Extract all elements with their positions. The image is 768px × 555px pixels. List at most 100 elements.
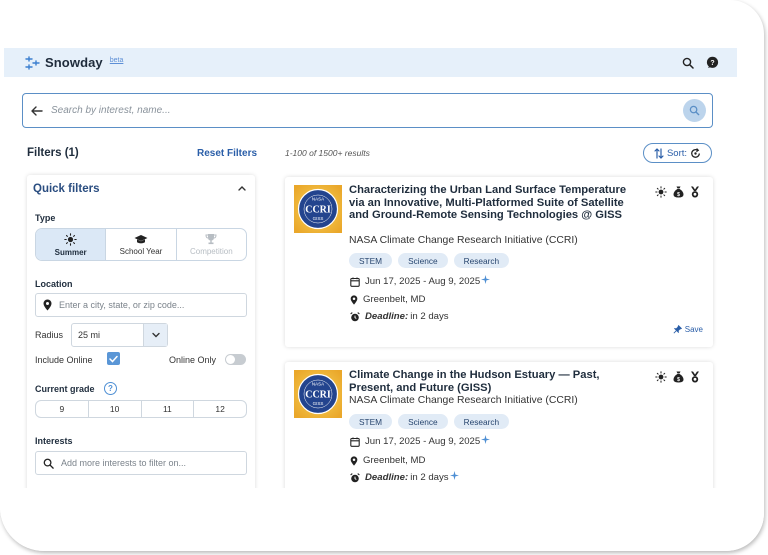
location-placeholder: Enter a city, state, or zip code... [59, 300, 185, 310]
search-icon [43, 458, 54, 469]
sort-button[interactable]: Sort: [643, 143, 712, 163]
program-dates: Jun 17, 2025 - Aug 9, 2025 [350, 274, 491, 287]
svg-text:GISS: GISS [313, 401, 324, 406]
medal-icon [691, 371, 699, 383]
location-pin-icon [350, 294, 358, 305]
ccri-logo: NASA CCRI GISS [294, 185, 342, 233]
ccri-seal-icon: NASA CCRI GISS [297, 188, 339, 230]
grade-option-12[interactable]: 12 [194, 401, 246, 417]
quick-filters-panel: Quick filters Type Summer School Year Co… [27, 175, 255, 495]
top-bar: Snowday beta ? [4, 48, 737, 77]
money-bag-icon: $ [673, 371, 684, 383]
chat-help-icon[interactable]: ? [706, 56, 719, 69]
type-option-school-year[interactable]: School Year [106, 229, 177, 260]
radius-dropdown-toggle[interactable] [143, 324, 167, 346]
sparkle-icon [481, 434, 491, 444]
interests-input[interactable]: Add more interests to filter on... [35, 451, 247, 475]
type-option-summer[interactable]: Summer [36, 229, 107, 260]
save-button[interactable]: Save [673, 325, 703, 334]
program-deadline: Deadline: in 2 days [350, 311, 449, 322]
type-option-label: School Year [119, 246, 163, 256]
svg-text:NASA: NASA [312, 197, 324, 202]
program-type-icons: $ [655, 186, 700, 198]
search-submit-button[interactable] [683, 99, 706, 122]
tag-chip: Research [453, 414, 510, 429]
sort-arrows-icon [654, 147, 664, 159]
grade-option-9[interactable]: 9 [36, 401, 89, 417]
program-type-icons: $ [655, 371, 700, 383]
location-input[interactable]: Enter a city, state, or zip code... [35, 293, 247, 317]
reset-filters-link[interactable]: Reset Filters [197, 148, 257, 159]
program-tags: STEM Science Research [349, 253, 510, 268]
results-count: 1-100 of 1500+ results [285, 148, 370, 158]
online-only-toggle[interactable] [225, 354, 246, 365]
beta-badge: beta [109, 57, 124, 64]
search-input[interactable] [43, 105, 683, 116]
search-icon [689, 105, 700, 116]
current-grade-label: Current grade [35, 384, 95, 394]
filters-heading: Filters (1) [27, 147, 79, 159]
sparkle-icon [449, 470, 459, 480]
app-name: Snowday [45, 55, 103, 70]
program-card[interactable]: NASA CCRI GISS Climate Change in the Hud… [285, 362, 713, 502]
app-window: Snowday beta ? Filters ( [0, 0, 764, 551]
svg-text:CCRI: CCRI [305, 390, 331, 401]
sun-icon [655, 186, 667, 198]
back-arrow-icon[interactable] [31, 105, 43, 116]
type-label: Type [35, 213, 56, 223]
tag-chip: Science [398, 253, 448, 268]
program-org: NASA Climate Change Research Initiative … [349, 235, 578, 246]
calendar-icon [350, 437, 360, 447]
chevron-down-icon [151, 332, 160, 338]
grade-option-11[interactable]: 11 [142, 401, 195, 417]
svg-text:$: $ [677, 377, 680, 383]
grade-help-icon[interactable]: ? [104, 382, 117, 395]
calendar-icon [350, 277, 360, 287]
search-icon[interactable] [682, 57, 694, 69]
program-org: NASA Climate Change Research Initiative … [349, 395, 578, 406]
type-option-label: Summer [54, 247, 87, 257]
sort-label: Sort: [666, 147, 688, 159]
graduation-cap-icon [134, 234, 148, 243]
grade-option-10[interactable]: 10 [89, 401, 142, 417]
type-selector: Summer School Year Competition [35, 228, 247, 261]
type-option-competition[interactable]: Competition [177, 229, 246, 260]
interests-placeholder: Add more interests to filter on... [61, 458, 187, 468]
radius-select[interactable]: 25 mi [71, 323, 168, 347]
tag-chip: STEM [349, 253, 393, 268]
trophy-icon [205, 234, 217, 245]
tag-chip: STEM [349, 414, 393, 429]
svg-text:CCRI: CCRI [305, 205, 331, 216]
program-tags: STEM Science Research [349, 414, 510, 429]
online-only-label: Online Only [169, 355, 217, 365]
program-card[interactable]: NASA CCRI GISS Characterizing the Urban … [285, 177, 713, 347]
include-online-checkbox[interactable] [107, 352, 120, 365]
ccri-seal-icon: NASA CCRI GISS [297, 373, 339, 415]
program-title[interactable]: Characterizing the Urban Land Surface Te… [349, 184, 639, 222]
quick-filters-heading: Quick filters [33, 183, 100, 195]
brand-logo[interactable]: Snowday beta [24, 55, 123, 70]
content-fade [0, 488, 764, 551]
svg-text:?: ? [710, 60, 714, 67]
program-deadline: Deadline: in 2 days [350, 470, 459, 483]
program-title[interactable]: Climate Change in the Hudson Estuary — P… [349, 369, 629, 394]
search-bar [22, 93, 713, 128]
program-location: Greenbelt, MD [350, 294, 425, 305]
pin-icon [673, 325, 682, 334]
alarm-clock-icon [350, 311, 360, 321]
type-option-label: Competition [189, 247, 233, 256]
program-location: Greenbelt, MD [350, 455, 425, 466]
svg-text:GISS: GISS [313, 216, 324, 221]
radius-label: Radius [35, 330, 64, 340]
chevron-up-icon[interactable] [238, 185, 246, 191]
svg-text:NASA: NASA [312, 382, 324, 387]
interests-label: Interests [35, 436, 73, 446]
grade-selector: 9 10 11 12 [35, 400, 247, 418]
alarm-clock-icon [350, 472, 360, 482]
sun-icon [64, 232, 77, 246]
tag-chip: Research [453, 253, 510, 268]
sparkle-icon [481, 274, 491, 284]
location-label: Location [35, 279, 73, 289]
snowflake-logo-icon [25, 55, 40, 70]
location-pin-icon [350, 455, 358, 466]
